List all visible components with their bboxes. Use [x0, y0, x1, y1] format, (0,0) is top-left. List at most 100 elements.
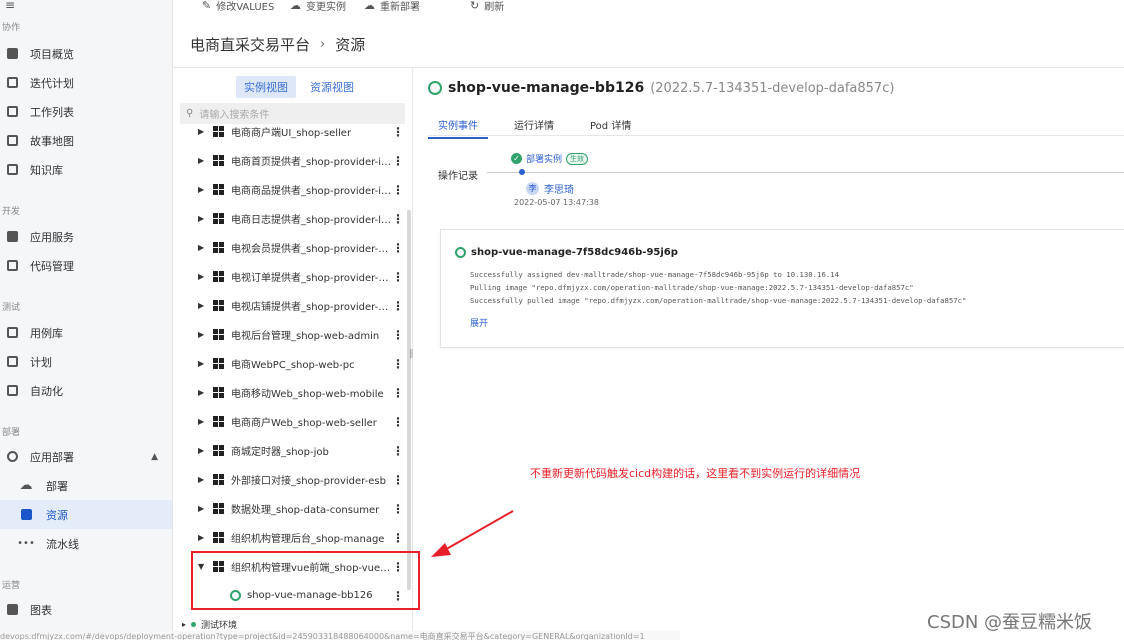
- tree-item-label: 电视订单提供者_shop-provider-order: [231, 273, 392, 284]
- sidebar-item-story-map[interactable]: 故事地图: [0, 126, 172, 155]
- cloud-upload-icon: ☁: [290, 0, 301, 12]
- redeploy-button[interactable]: ☁ 重新部署: [364, 0, 420, 13]
- resize-handle[interactable]: ‖: [409, 349, 415, 359]
- caret-right-icon[interactable]: ▶: [198, 214, 205, 223]
- env-item[interactable]: ▸ 测试环境: [182, 618, 237, 631]
- app-grid-icon: [213, 329, 224, 340]
- tree-item[interactable]: ▶ 电商商户端UI_shop-seller ⋮: [174, 117, 406, 146]
- tree-item[interactable]: ▶ 电视订单提供者_shop-provider-order ⋮: [174, 262, 406, 291]
- tree-item[interactable]: ▶ 商城定时器_shop-job ⋮: [174, 436, 406, 465]
- user-name: 李思琦: [544, 185, 574, 196]
- more-vertical-icon[interactable]: ⋮: [392, 473, 404, 487]
- app-grid-icon: [213, 503, 224, 514]
- change-instance-button[interactable]: ☁ 变更实例: [290, 0, 346, 13]
- sidebar-item-chart[interactable]: 图表: [0, 595, 172, 624]
- caret-right-icon[interactable]: ▶: [198, 243, 205, 252]
- tree-item[interactable]: ▶ 电商商品提供者_shop-provider-item ⋮: [174, 175, 406, 204]
- sidebar-item-label: 工作列表: [30, 105, 74, 119]
- more-vertical-icon[interactable]: ⋮: [392, 328, 404, 342]
- caret-right-icon[interactable]: ▶: [198, 330, 205, 339]
- sidebar-item-resource[interactable]: 资源: [0, 500, 172, 529]
- expand-link[interactable]: 展开: [470, 316, 488, 329]
- more-vertical-icon[interactable]: ⋮: [392, 415, 404, 429]
- knowledge-icon: [4, 162, 20, 178]
- sidebar-item-pipeline[interactable]: ••• 流水线: [0, 529, 172, 558]
- sidebar-item-iteration[interactable]: 迭代计划: [0, 68, 172, 97]
- tree-item[interactable]: ▶ 电视店铺提供者_shop-provider-shop ⋮: [174, 291, 406, 320]
- caret-right-icon[interactable]: ▶: [198, 446, 205, 455]
- caret-right-icon[interactable]: ▶: [198, 156, 205, 165]
- caret-right-icon[interactable]: ▶: [198, 127, 205, 136]
- sidebar-item-app-service[interactable]: 应用服务: [0, 222, 172, 251]
- sidebar-item-label: 流水线: [46, 537, 79, 551]
- more-vertical-icon[interactable]: ⋮: [392, 502, 404, 516]
- event-deploy[interactable]: ✓ 部署实例 生效: [511, 152, 589, 165]
- caret-right-icon[interactable]: ▶: [198, 504, 205, 513]
- more-vertical-icon[interactable]: ⋮: [392, 531, 404, 545]
- sidebar-item-testcase[interactable]: 用例库: [0, 318, 172, 347]
- avatar: 李: [526, 182, 539, 195]
- code-icon: [4, 258, 20, 274]
- more-vertical-icon[interactable]: ⋮: [392, 299, 404, 313]
- breadcrumb-project[interactable]: 电商直采交易平台: [190, 34, 310, 55]
- sidebar-item-automation[interactable]: 自动化: [0, 376, 172, 405]
- tree-scrollbar[interactable]: [407, 210, 411, 590]
- tree-item[interactable]: ▶ 电商商户Web_shop-web-seller ⋮: [174, 407, 406, 436]
- tree-item-label: 电商商户Web_shop-web-seller: [231, 418, 377, 429]
- more-vertical-icon[interactable]: ⋮: [392, 444, 404, 458]
- more-vertical-icon[interactable]: ⋮: [392, 125, 404, 139]
- sidebar-item-label: 代码管理: [30, 259, 74, 273]
- tab-resource-view[interactable]: 资源视图: [302, 76, 362, 98]
- caret-right-icon[interactable]: ▶: [198, 359, 205, 368]
- tree-item-label: 电视后台管理_shop-web-admin: [231, 331, 380, 342]
- more-vertical-icon[interactable]: ⋮: [392, 241, 404, 255]
- caret-right-icon[interactable]: ▶: [198, 272, 205, 281]
- tree-item-label: 外部接口对接_shop-provider-esb: [231, 476, 386, 487]
- tree-item[interactable]: ▶ 电商移动Web_shop-web-mobile ⋮: [174, 378, 406, 407]
- sidebar-item-plan[interactable]: 计划: [0, 347, 172, 376]
- sidebar-item-knowledge[interactable]: 知识库: [0, 155, 172, 184]
- app-grid-icon: [213, 445, 224, 456]
- caret-right-icon[interactable]: ▶: [198, 388, 205, 397]
- tab-instance-view[interactable]: 实例视图: [236, 76, 296, 98]
- more-vertical-icon[interactable]: ⋮: [392, 270, 404, 284]
- tree-item-label: 电视会员提供者_shop-provider-me...: [231, 244, 392, 255]
- tree-item[interactable]: ▶ 电视后台管理_shop-web-admin ⋮: [174, 320, 406, 349]
- tree-item[interactable]: ▶ 电商WebPC_shop-web-pc ⋮: [174, 349, 406, 378]
- instance-name: shop-vue-manage-bb126: [448, 80, 645, 96]
- sidebar-item-label: 迭代计划: [30, 76, 74, 90]
- tree-item-label: 电商商户端UI_shop-seller: [231, 128, 352, 139]
- edit-icon: ✎: [202, 0, 212, 12]
- more-vertical-icon[interactable]: ⋮: [392, 386, 404, 400]
- apps-icon: [4, 229, 20, 245]
- resource-icon: [18, 507, 34, 523]
- timeline: [487, 172, 1124, 173]
- tree-item[interactable]: ▶ 外部接口对接_shop-provider-esb ⋮: [174, 465, 406, 494]
- caret-right-icon[interactable]: ▶: [198, 475, 205, 484]
- sidebar-item-worklist[interactable]: 工作列表: [0, 97, 172, 126]
- tree-item-label: 电视店铺提供者_shop-provider-shop: [231, 302, 392, 313]
- refresh-button[interactable]: ↻ 刷新: [470, 0, 504, 13]
- tree-item[interactable]: ▶ 电视会员提供者_shop-provider-me... ⋮: [174, 233, 406, 262]
- tree-item[interactable]: ▶ 电商日志提供者_shop-provider-log ⋮: [174, 204, 406, 233]
- sidebar-item-deploy[interactable]: ☁ 部署: [0, 471, 172, 500]
- sidebar-item-overview[interactable]: 项目概览: [0, 39, 172, 68]
- caret-right-icon[interactable]: ▶: [198, 185, 205, 194]
- sidebar-item-app-deploy[interactable]: 应用部署 ▲: [0, 442, 172, 471]
- menu-icon[interactable]: ≡: [5, 0, 25, 12]
- tree-item[interactable]: ▶ 数据处理_shop-data-consumer ⋮: [174, 494, 406, 523]
- caret-right-icon[interactable]: ▶: [198, 417, 205, 426]
- edit-values-button[interactable]: ✎ 修改VALUES: [202, 0, 274, 13]
- more-vertical-icon[interactable]: ⋮: [392, 357, 404, 371]
- sidebar-item-code[interactable]: 代码管理: [0, 251, 172, 280]
- caret-right-icon[interactable]: ▶: [198, 533, 205, 542]
- caret-right-icon[interactable]: ▶: [198, 301, 205, 310]
- tree-item[interactable]: ▶ 电商首页提供者_shop-provider-index ⋮: [174, 146, 406, 175]
- tabs-divider: [428, 135, 1124, 136]
- more-vertical-icon[interactable]: ⋮: [392, 154, 404, 168]
- more-vertical-icon[interactable]: ⋮: [392, 212, 404, 226]
- tree-item-label: 电商商品提供者_shop-provider-item: [231, 186, 392, 197]
- tree-item[interactable]: ▶ 组织机构管理后台_shop-manage ⋮: [174, 523, 406, 552]
- map-icon: [4, 133, 20, 149]
- more-vertical-icon[interactable]: ⋮: [392, 183, 404, 197]
